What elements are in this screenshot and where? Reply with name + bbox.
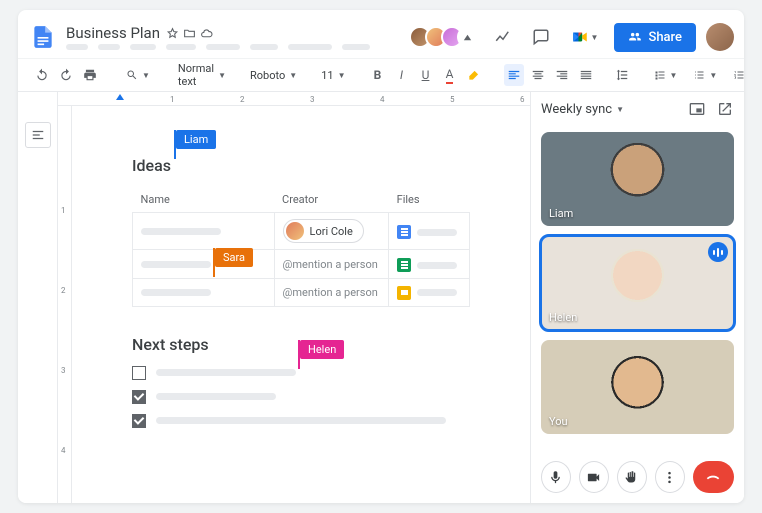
move-icon[interactable] [183,27,196,40]
checklist-item[interactable]: Helen [132,366,470,380]
header: Business Plan [18,10,744,58]
col-files: Files [389,187,470,213]
chevron-down-icon: ▼ [591,33,599,42]
end-call-button[interactable] [693,461,734,493]
app-frame: Business Plan [18,10,744,503]
align-justify-button[interactable] [576,64,596,86]
profile-avatar[interactable] [706,23,734,51]
italic-button[interactable]: I [392,64,412,86]
video-tile[interactable]: You [541,340,734,434]
checkbox[interactable] [132,414,146,428]
vertical-ruler[interactable]: 1 2 3 4 [58,106,72,503]
mention-placeholder[interactable]: @mention a person [283,286,378,299]
title-area: Business Plan [66,24,409,50]
document-page[interactable]: Ideas Liam Name Creator Files [72,106,530,503]
tile-name: You [549,415,568,428]
meet-button[interactable]: ▼ [565,24,605,50]
raise-hand-button[interactable] [617,461,647,493]
toolbar: ▼ Normal text▼ Roboto▼ 11▼ B I U A ▼ ▼ ▼ [18,58,744,92]
checklist-button[interactable]: ▼ [648,64,684,86]
checklist-item[interactable] [132,390,470,404]
star-icon[interactable] [166,27,179,40]
activity-icon[interactable] [489,23,517,51]
docs-file-icon [397,225,411,239]
collaborator-cursor-liam: Liam [176,130,216,149]
print-button[interactable] [80,64,100,86]
mention-placeholder[interactable]: @mention a person [283,258,378,271]
pip-icon[interactable] [688,100,706,118]
header-right: ▼ Share [409,23,734,52]
avatar-overflow[interactable] [457,26,479,48]
video-tiles: Liam Helen You [531,126,744,451]
person-chip[interactable]: Lori Cole [283,219,364,243]
checklist: Helen [132,366,470,428]
collaborator-cursor-helen: Helen [300,340,344,359]
underline-button[interactable]: U [416,64,436,86]
sheets-file-icon [397,258,411,272]
video-tile[interactable]: Liam [541,132,734,226]
file-chip-sheets[interactable] [397,258,457,272]
table-row[interactable]: @mention a person [133,279,470,307]
indent-marker-icon[interactable] [116,94,124,102]
meet-side-panel: Weekly sync ▼ Liam Helen You [530,92,744,503]
document-area: 1 2 3 4 5 6 1 2 3 4 Ideas Liam [58,92,530,503]
align-left-button[interactable] [504,64,524,86]
more-options-button[interactable] [655,461,685,493]
undo-button[interactable] [32,64,52,86]
table-row[interactable]: Sara @mention a person [133,250,470,279]
text-color-button[interactable]: A [440,64,460,86]
menu-bar[interactable] [66,44,409,50]
line-spacing-button[interactable] [612,64,632,86]
bulleted-list-button[interactable]: ▼ [687,64,723,86]
document-title[interactable]: Business Plan [66,24,160,42]
open-external-icon[interactable] [716,100,734,118]
numbered-list-button[interactable]: ▼ [727,64,744,86]
font-dropdown[interactable]: Roboto▼ [244,64,303,86]
zoom-dropdown[interactable]: ▼ [120,64,156,86]
align-center-button[interactable] [528,64,548,86]
bold-button[interactable]: B [368,64,388,86]
checkbox[interactable] [132,390,146,404]
file-chip-slides[interactable] [397,286,457,300]
slides-file-icon [397,286,411,300]
outline-button[interactable] [25,122,51,148]
meeting-title-dropdown[interactable]: Weekly sync ▼ [541,102,624,117]
collaborator-avatars[interactable] [409,26,479,48]
cloud-status-icon[interactable] [200,27,213,40]
redo-button[interactable] [56,64,76,86]
chevron-down-icon: ▼ [616,105,624,114]
collaborator-cursor-sara: Sara [215,248,253,267]
col-name: Name [133,187,275,213]
col-creator: Creator [274,187,389,213]
file-chip-docs[interactable] [397,225,457,239]
horizontal-ruler[interactable]: 1 2 3 4 5 6 [58,92,530,106]
checkbox[interactable] [132,366,146,380]
left-rail [18,92,58,503]
comments-icon[interactable] [527,23,555,51]
meet-controls [531,451,744,503]
share-button[interactable]: Share [614,23,696,52]
meet-header: Weekly sync ▼ [531,92,744,126]
highlight-button[interactable] [464,64,484,86]
mic-button[interactable] [541,461,571,493]
share-button-label: Share [648,30,682,45]
checklist-item[interactable] [132,414,470,428]
paragraph-style-dropdown[interactable]: Normal text▼ [172,64,232,86]
speaking-indicator-icon [708,242,728,262]
ideas-table[interactable]: Name Creator Files Lori Cole [132,187,470,307]
tile-name: Liam [549,207,573,220]
video-tile[interactable]: Helen [541,236,734,330]
align-right-button[interactable] [552,64,572,86]
font-size-dropdown[interactable]: 11▼ [315,64,351,86]
ideas-heading[interactable]: Ideas [132,156,171,175]
body: 1 2 3 4 5 6 1 2 3 4 Ideas Liam [18,92,744,503]
table-row[interactable]: Lori Cole [133,213,470,250]
docs-logo-icon[interactable] [28,18,58,56]
camera-button[interactable] [579,461,609,493]
avatar [286,222,304,240]
tile-name: Helen [549,311,577,324]
